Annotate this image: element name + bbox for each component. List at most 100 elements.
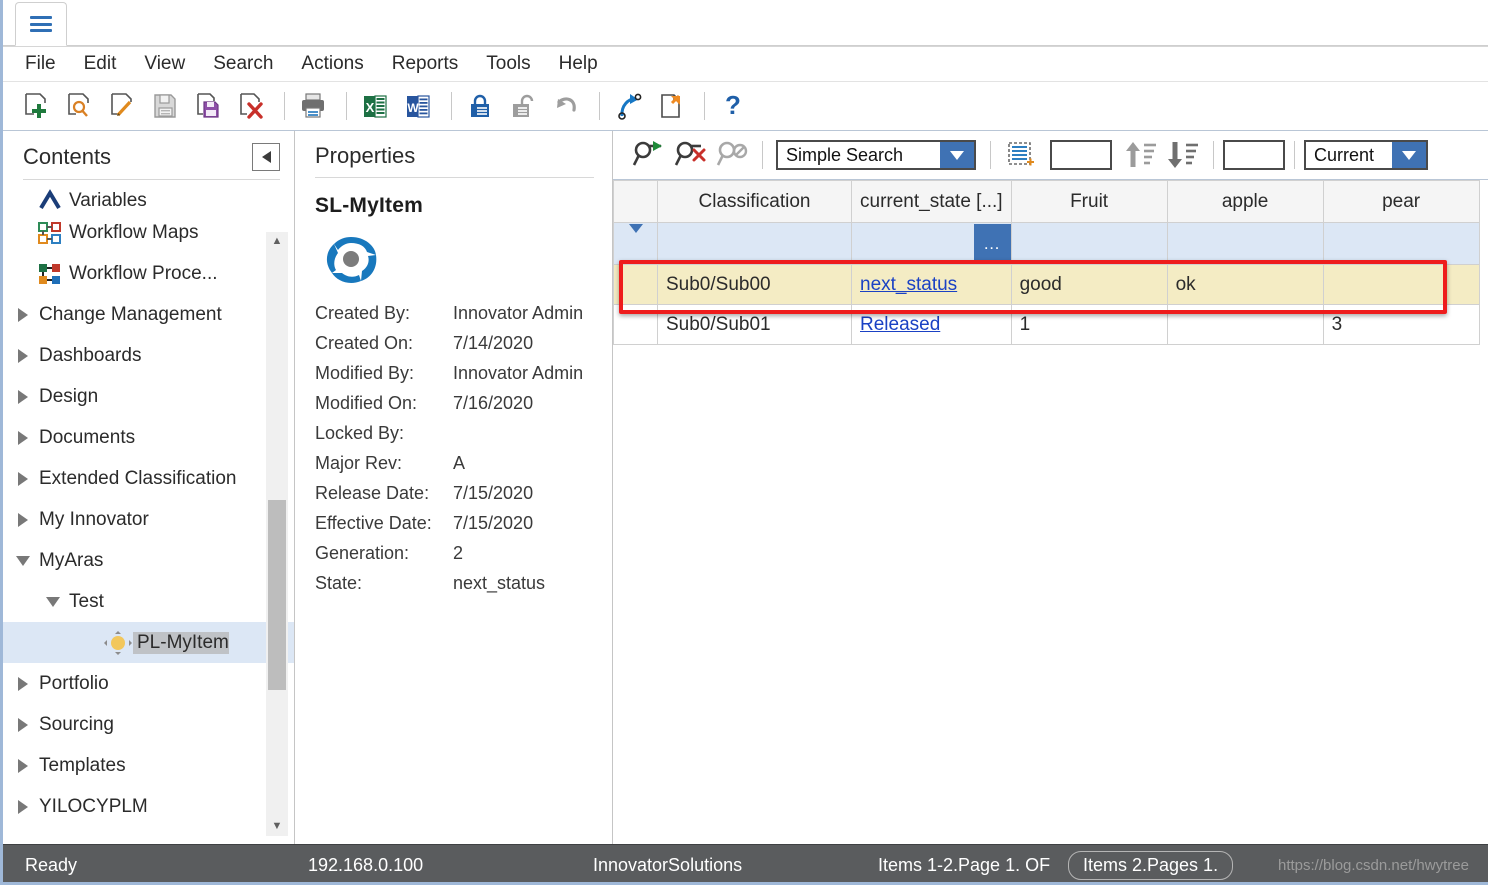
cell-classification[interactable]: Sub0/Sub01 (657, 304, 852, 345)
column-header-pear[interactable]: pear (1322, 180, 1480, 223)
menu-item-tools[interactable]: Tools (472, 53, 544, 75)
export-excel-button[interactable]: X (356, 87, 394, 125)
chevron-right-icon[interactable] (11, 676, 35, 691)
status-pages-badge[interactable]: Items 2.Pages 1. (1068, 850, 1234, 880)
cell-pear[interactable] (1322, 264, 1480, 305)
cell-apple[interactable]: ok (1166, 264, 1324, 305)
cell-apple[interactable] (1166, 304, 1324, 345)
filter-row[interactable]: … (613, 222, 1480, 265)
filter-more-button[interactable]: … (973, 223, 1011, 264)
tree-item-workflow-maps[interactable]: Workflow Maps (3, 212, 294, 253)
cell-current-state[interactable]: next_status (851, 264, 1012, 305)
help-button[interactable]: ? (714, 87, 752, 125)
chevron-down-icon[interactable] (940, 142, 974, 168)
new-item-button[interactable] (17, 87, 55, 125)
row-select-cell[interactable] (613, 264, 658, 305)
disable-search-button[interactable] (711, 135, 753, 175)
menu-item-actions[interactable]: Actions (287, 53, 377, 75)
tree-item-portfolio[interactable]: Portfolio (3, 663, 294, 704)
page-number-input[interactable] (1223, 140, 1285, 170)
select-all-rows-button[interactable] (1000, 135, 1042, 175)
search-item-button[interactable] (60, 87, 98, 125)
chevron-right-icon[interactable] (11, 799, 35, 814)
menu-item-view[interactable]: View (130, 53, 199, 75)
tree-item-change-management[interactable]: Change Management (3, 294, 294, 335)
tree-item-dashboards[interactable]: Dashboards (3, 335, 294, 376)
scroll-down-arrow-icon[interactable]: ▼ (272, 817, 283, 836)
revision-filter-select[interactable]: Current (1304, 140, 1428, 170)
filter-cell-apple[interactable] (1166, 222, 1324, 265)
menu-item-edit[interactable]: Edit (70, 53, 131, 75)
tree-item-yilocyplm[interactable]: YILOCYPLM (3, 786, 294, 827)
cell-classification[interactable]: Sub0/Sub00 (657, 264, 852, 305)
column-header-select[interactable] (613, 180, 658, 223)
cell-current-state[interactable]: Released (851, 304, 1012, 345)
menu-item-help[interactable]: Help (545, 53, 612, 75)
collapse-left-icon[interactable] (252, 143, 280, 171)
chevron-right-icon[interactable] (11, 348, 35, 363)
print-button[interactable] (294, 87, 332, 125)
scrollbar-thumb[interactable] (268, 500, 286, 690)
column-header-classification[interactable]: Classification (657, 180, 852, 223)
lock-button[interactable] (461, 87, 499, 125)
edit-item-button[interactable] (103, 87, 141, 125)
cell-pear[interactable]: 3 (1322, 304, 1480, 345)
column-header-apple[interactable]: apple (1166, 180, 1324, 223)
menu-item-reports[interactable]: Reports (378, 53, 473, 75)
row-select-cell[interactable] (613, 304, 658, 345)
scroll-up-arrow-icon[interactable]: ▲ (272, 232, 283, 251)
cell-fruit[interactable]: 1 (1010, 304, 1168, 345)
menu-item-search[interactable]: Search (199, 53, 287, 75)
chevron-right-icon[interactable] (11, 389, 35, 404)
tree-item-workflow-processes[interactable]: Workflow Proce... (3, 253, 294, 294)
chevron-right-icon[interactable] (11, 471, 35, 486)
chevron-down-icon[interactable] (628, 223, 643, 254)
filter-cell-pear[interactable] (1322, 222, 1480, 265)
chevron-right-icon[interactable] (11, 512, 35, 527)
state-link[interactable]: next_status (860, 274, 957, 295)
filter-cell-current-state[interactable]: … (851, 222, 1012, 265)
chevron-right-icon[interactable] (11, 430, 35, 445)
table-row[interactable]: Sub0/Sub01 Released 1 3 (613, 304, 1480, 345)
filter-cell-fruit[interactable] (1010, 222, 1168, 265)
chevron-right-icon[interactable] (11, 307, 35, 322)
search-mode-select[interactable]: Simple Search (776, 140, 976, 170)
main-menu-tab[interactable] (15, 2, 67, 46)
hamburger-icon[interactable] (30, 16, 52, 32)
export-word-button[interactable]: W (399, 87, 437, 125)
save-item-button[interactable] (189, 87, 227, 125)
promote-button[interactable] (609, 87, 647, 125)
tree-item-myaras[interactable]: MyAras (3, 540, 294, 581)
chevron-down-icon[interactable] (11, 555, 35, 566)
chevron-down-icon[interactable] (1392, 142, 1426, 168)
filter-expander-cell[interactable] (613, 222, 658, 265)
tree-item-test[interactable]: Test (3, 581, 294, 622)
sort-descending-button[interactable] (1162, 135, 1204, 175)
table-row[interactable]: Sub0/Sub00 next_status good ok (613, 264, 1480, 305)
column-header-current-state[interactable]: current_state [...] (851, 180, 1012, 223)
tree-item-pl-myitem[interactable]: PL-MyItem (3, 622, 294, 663)
unlock-button[interactable] (504, 87, 542, 125)
contents-scrollbar[interactable]: ▲ ▼ (266, 232, 288, 836)
sort-ascending-button[interactable] (1120, 135, 1162, 175)
tree-item-templates[interactable]: Templates (3, 745, 294, 786)
chevron-down-icon[interactable] (41, 596, 65, 607)
run-search-button[interactable] (627, 135, 669, 175)
tree-item-sourcing[interactable]: Sourcing (3, 704, 294, 745)
delete-item-button[interactable] (232, 87, 270, 125)
undo-button[interactable] (547, 87, 585, 125)
chevron-right-icon[interactable] (11, 758, 35, 773)
cell-fruit[interactable]: good (1010, 264, 1168, 305)
clear-search-button[interactable] (669, 135, 711, 175)
filter-cell-classification[interactable] (657, 222, 852, 265)
copy-item-button[interactable] (652, 87, 690, 125)
column-header-fruit[interactable]: Fruit (1010, 180, 1168, 223)
page-size-input[interactable] (1050, 140, 1112, 170)
state-link[interactable]: Released (860, 314, 940, 335)
chevron-right-icon[interactable] (11, 717, 35, 732)
tree-item-extended-classification[interactable]: Extended Classification (3, 458, 294, 499)
tree-item-design[interactable]: Design (3, 376, 294, 417)
tree-item-variables[interactable]: Variables (3, 184, 294, 212)
tree-item-documents[interactable]: Documents (3, 417, 294, 458)
save-button[interactable] (146, 87, 184, 125)
